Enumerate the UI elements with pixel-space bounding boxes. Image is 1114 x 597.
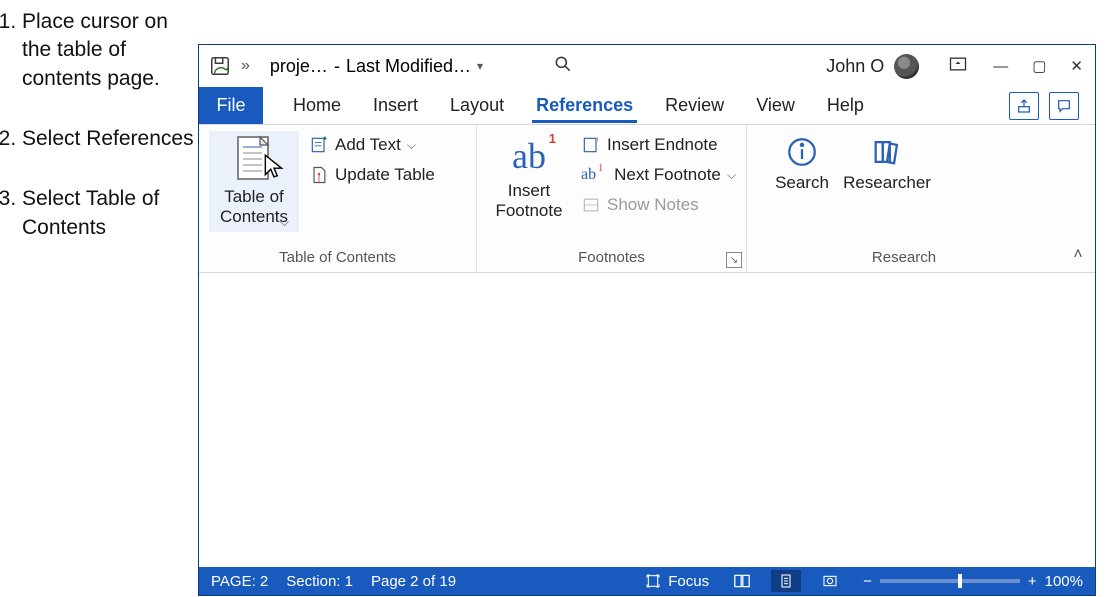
group-footnotes: ab 1 Insert Footnote i Insert Endnote — [477, 125, 747, 272]
svg-text:i: i — [597, 137, 599, 144]
zoom-control: − + 100% — [863, 573, 1083, 590]
tab-help[interactable]: Help — [825, 89, 866, 122]
share-button[interactable] — [1009, 92, 1039, 120]
zoom-level[interactable]: 100% — [1045, 573, 1083, 590]
table-of-contents-label: Table of Contents — [220, 187, 288, 228]
quick-access-toolbar: » — [209, 55, 250, 77]
status-section[interactable]: Section: 1 — [286, 573, 353, 590]
tab-layout[interactable]: Layout — [448, 89, 506, 122]
tab-file[interactable]: File — [199, 87, 263, 124]
researcher-button[interactable]: Researcher — [841, 131, 933, 197]
instruction-step-2: Select References — [22, 125, 198, 153]
focus-mode-button[interactable]: Focus — [644, 573, 709, 590]
title-bar: » proje… - Last Modified… ▾ John O — ▢ ✕ — [199, 45, 1095, 87]
view-buttons — [727, 570, 845, 592]
tab-review[interactable]: Review — [663, 89, 726, 122]
group-label-research: Research — [757, 249, 1051, 270]
maximize-button[interactable]: ▢ — [1032, 57, 1046, 75]
document-title[interactable]: proje… - Last Modified… ▾ — [270, 56, 483, 77]
minimize-button[interactable]: — — [993, 58, 1008, 75]
insert-footnote-button[interactable]: ab 1 Insert Footnote — [487, 131, 571, 226]
instruction-panel: Place cursor on the table of contents pa… — [0, 0, 200, 274]
doc-sep: - — [334, 56, 340, 77]
comments-button[interactable] — [1049, 92, 1079, 120]
user-area[interactable]: John O — [826, 54, 919, 79]
tab-home[interactable]: Home — [291, 89, 343, 122]
endnote-icon: i — [581, 135, 601, 155]
tab-view[interactable]: View — [754, 89, 797, 122]
qat-more[interactable]: » — [241, 57, 250, 75]
table-of-contents-button[interactable]: Table of Contents ⌵ — [209, 131, 299, 232]
insert-endnote-button[interactable]: i Insert Endnote — [581, 135, 736, 155]
collapse-ribbon-button[interactable]: ˄ — [1061, 125, 1095, 272]
status-bar: PAGE: 2 Section: 1 Page 2 of 19 Focus − … — [199, 567, 1095, 595]
search-icon[interactable] — [553, 54, 573, 79]
instruction-step-1: Place cursor on the table of contents pa… — [22, 8, 198, 93]
doc-name: proje… — [270, 56, 328, 77]
zoom-in-button[interactable]: + — [1028, 573, 1037, 590]
avatar — [894, 54, 919, 79]
word-window: » proje… - Last Modified… ▾ John O — ▢ ✕ — [198, 44, 1096, 596]
status-page[interactable]: PAGE: 2 — [211, 573, 268, 590]
ribbon-display-icon[interactable] — [947, 54, 969, 79]
footnotes-launcher-icon[interactable]: ↘ — [726, 252, 742, 268]
instruction-step-3: Select Table of Contents — [22, 185, 198, 242]
focus-icon — [644, 573, 662, 589]
read-mode-button[interactable] — [727, 570, 757, 592]
update-table-button[interactable]: Update Table — [309, 165, 435, 185]
zoom-out-button[interactable]: − — [863, 573, 872, 590]
user-name: John O — [826, 56, 884, 77]
status-page-of[interactable]: Page 2 of 19 — [371, 573, 456, 590]
document-canvas[interactable] — [199, 273, 1095, 567]
group-research: Search Researcher Research — [747, 125, 1061, 272]
toc-dropdown-icon: ⌵ — [280, 215, 289, 230]
researcher-icon — [870, 135, 904, 169]
window-controls: — ▢ ✕ — [993, 57, 1089, 75]
next-footnote-button[interactable]: ab1 Next Footnote ⌵ — [581, 165, 736, 185]
search-info-icon — [785, 135, 819, 169]
group-label-footnotes: Footnotes — [487, 249, 736, 270]
title-dropdown-icon[interactable]: ▾ — [477, 59, 483, 73]
doc-modified: Last Modified… — [346, 56, 471, 77]
chevron-down-icon: ⌵ — [727, 168, 736, 183]
chevron-down-icon: ⌵ — [407, 138, 416, 153]
show-notes-icon — [581, 195, 601, 215]
ribbon: Table of Contents ⌵ — [199, 125, 1095, 273]
ribbon-tabs: File Home Insert Layout References Revie… — [199, 87, 1095, 125]
search-button[interactable]: Search — [767, 131, 837, 197]
zoom-slider[interactable] — [880, 579, 1020, 583]
tab-insert[interactable]: Insert — [371, 89, 420, 122]
tab-references[interactable]: References — [534, 89, 635, 122]
update-table-icon — [309, 165, 329, 185]
document-toc-icon — [232, 135, 276, 183]
add-text-icon — [309, 135, 329, 155]
group-label-toc: Table of Contents — [209, 249, 466, 270]
show-notes-button: Show Notes — [581, 195, 736, 215]
print-layout-button[interactable] — [771, 570, 801, 592]
insert-footnote-label: Insert Footnote — [495, 181, 562, 222]
autosave-icon[interactable] — [209, 55, 231, 77]
group-table-of-contents: Table of Contents ⌵ — [199, 125, 477, 272]
close-button[interactable]: ✕ — [1070, 57, 1083, 75]
web-layout-button[interactable] — [815, 570, 845, 592]
add-text-button[interactable]: Add Text ⌵ — [309, 135, 435, 155]
